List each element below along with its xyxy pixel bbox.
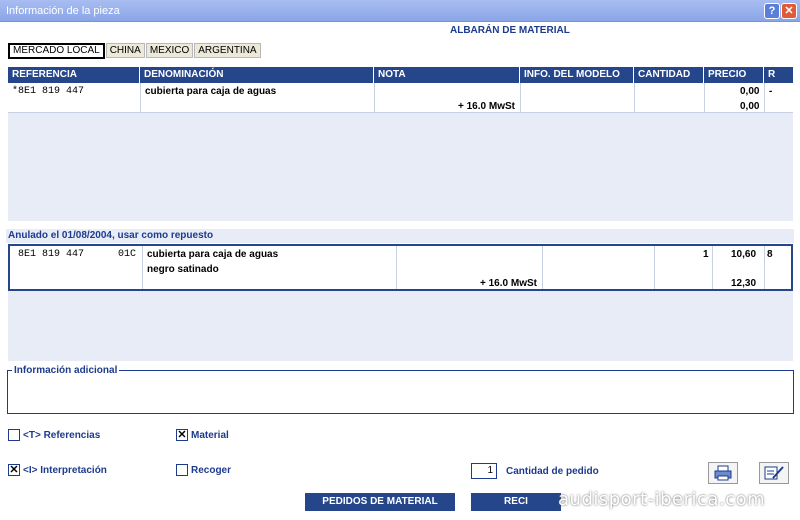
replacement-row[interactable]: 8E1 819 447 01C cubierta para caja de ag… <box>8 244 793 291</box>
replacement-r: 8 <box>767 249 773 260</box>
referencias-label: <T> Referencias <box>23 430 101 441</box>
tab-mexico[interactable]: MEXICO <box>145 43 194 58</box>
col-info-modelo[interactable]: INFO. DEL MODELO <box>520 67 634 83</box>
part-r: - <box>769 86 773 97</box>
part-description: cubierta para caja de aguas <box>145 86 277 97</box>
replacement-reference: 8E1 819 447 <box>18 249 85 260</box>
print-button[interactable] <box>708 462 738 484</box>
info-adicional-label: Información adicional <box>12 365 120 376</box>
replacement-color: negro satinado <box>147 264 219 275</box>
replacement-price-total: 12,30 <box>731 278 757 289</box>
edit-button[interactable] <box>759 462 789 484</box>
col-r[interactable]: R <box>764 67 793 83</box>
column-divider <box>704 83 705 113</box>
interpretacion-label: <I> Interpretación <box>23 465 107 476</box>
col-nota[interactable]: NOTA <box>374 67 520 83</box>
column-divider <box>374 83 375 113</box>
tab-china[interactable]: CHINA <box>105 43 145 58</box>
replacement-note: + 16.0 MwSt <box>480 278 537 289</box>
part-note: + 16.0 MwSt <box>458 101 515 112</box>
column-divider <box>142 246 143 289</box>
title-bar: Información de la pieza ? ✕ <box>0 0 800 22</box>
replacement-quantity: 1 <box>703 249 709 260</box>
help-button[interactable]: ? <box>764 3 780 19</box>
col-cantidad[interactable]: CANTIDAD <box>634 67 704 83</box>
info-adicional-box[interactable] <box>7 370 794 414</box>
column-divider <box>712 246 713 289</box>
table-empty-area <box>8 113 793 221</box>
edit-document-icon <box>764 466 784 480</box>
parts-table-header: REFERENCIA DENOMINACIÓN NOTA INFO. DEL M… <box>8 67 793 83</box>
replacement-price: 10,60 <box>731 249 757 260</box>
printer-icon <box>714 465 732 481</box>
column-divider <box>542 246 543 289</box>
replacement-empty-area <box>8 291 793 361</box>
reci-button[interactable]: RECI <box>471 493 561 511</box>
column-divider <box>764 83 765 113</box>
part-price-total: 0,00 <box>740 101 760 112</box>
col-precio[interactable]: PRECIO <box>704 67 764 83</box>
replacement-code: 01C <box>118 249 137 260</box>
referencias-checkbox[interactable] <box>8 429 20 441</box>
pedidos-material-button[interactable]: PEDIDOS DE MATERIAL <box>305 493 455 511</box>
column-divider <box>396 246 397 289</box>
interpretacion-checkbox[interactable]: ✕ <box>8 464 20 476</box>
page-title: ALBARÁN DE MATERIAL <box>450 25 570 36</box>
column-divider <box>654 246 655 289</box>
column-divider <box>520 83 521 113</box>
part-price: 0,00 <box>740 86 760 97</box>
close-button[interactable]: ✕ <box>781 3 797 19</box>
market-tabs: MERCADO LOCAL CHINA MEXICO ARGENTINA <box>8 43 262 59</box>
material-checkbox[interactable]: ✕ <box>176 429 188 441</box>
tab-argentina[interactable]: ARGENTINA <box>194 43 261 58</box>
watermark: audisport-iberica.com <box>558 489 766 510</box>
window-title: Información de la pieza <box>6 5 120 17</box>
quantity-input[interactable]: 1 <box>471 463 497 479</box>
material-label: Material <box>191 430 229 441</box>
replacement-notice: Anulado el 01/08/2004, usar como repuest… <box>6 229 794 243</box>
table-row[interactable]: *8E1 819 447 cubierta para caja de aguas… <box>8 83 793 113</box>
column-divider <box>140 83 141 113</box>
column-divider <box>764 246 765 289</box>
tab-mercado-local[interactable]: MERCADO LOCAL <box>8 43 105 59</box>
quantity-label: Cantidad de pedido <box>506 466 599 477</box>
column-divider <box>634 83 635 113</box>
recoger-checkbox[interactable] <box>176 464 188 476</box>
col-denominacion[interactable]: DENOMINACIÓN <box>140 67 374 83</box>
part-reference: *8E1 819 447 <box>12 86 85 97</box>
recoger-label: Recoger <box>191 465 232 476</box>
col-referencia[interactable]: REFERENCIA <box>8 67 140 83</box>
replacement-description: cubierta para caja de aguas <box>147 249 279 260</box>
